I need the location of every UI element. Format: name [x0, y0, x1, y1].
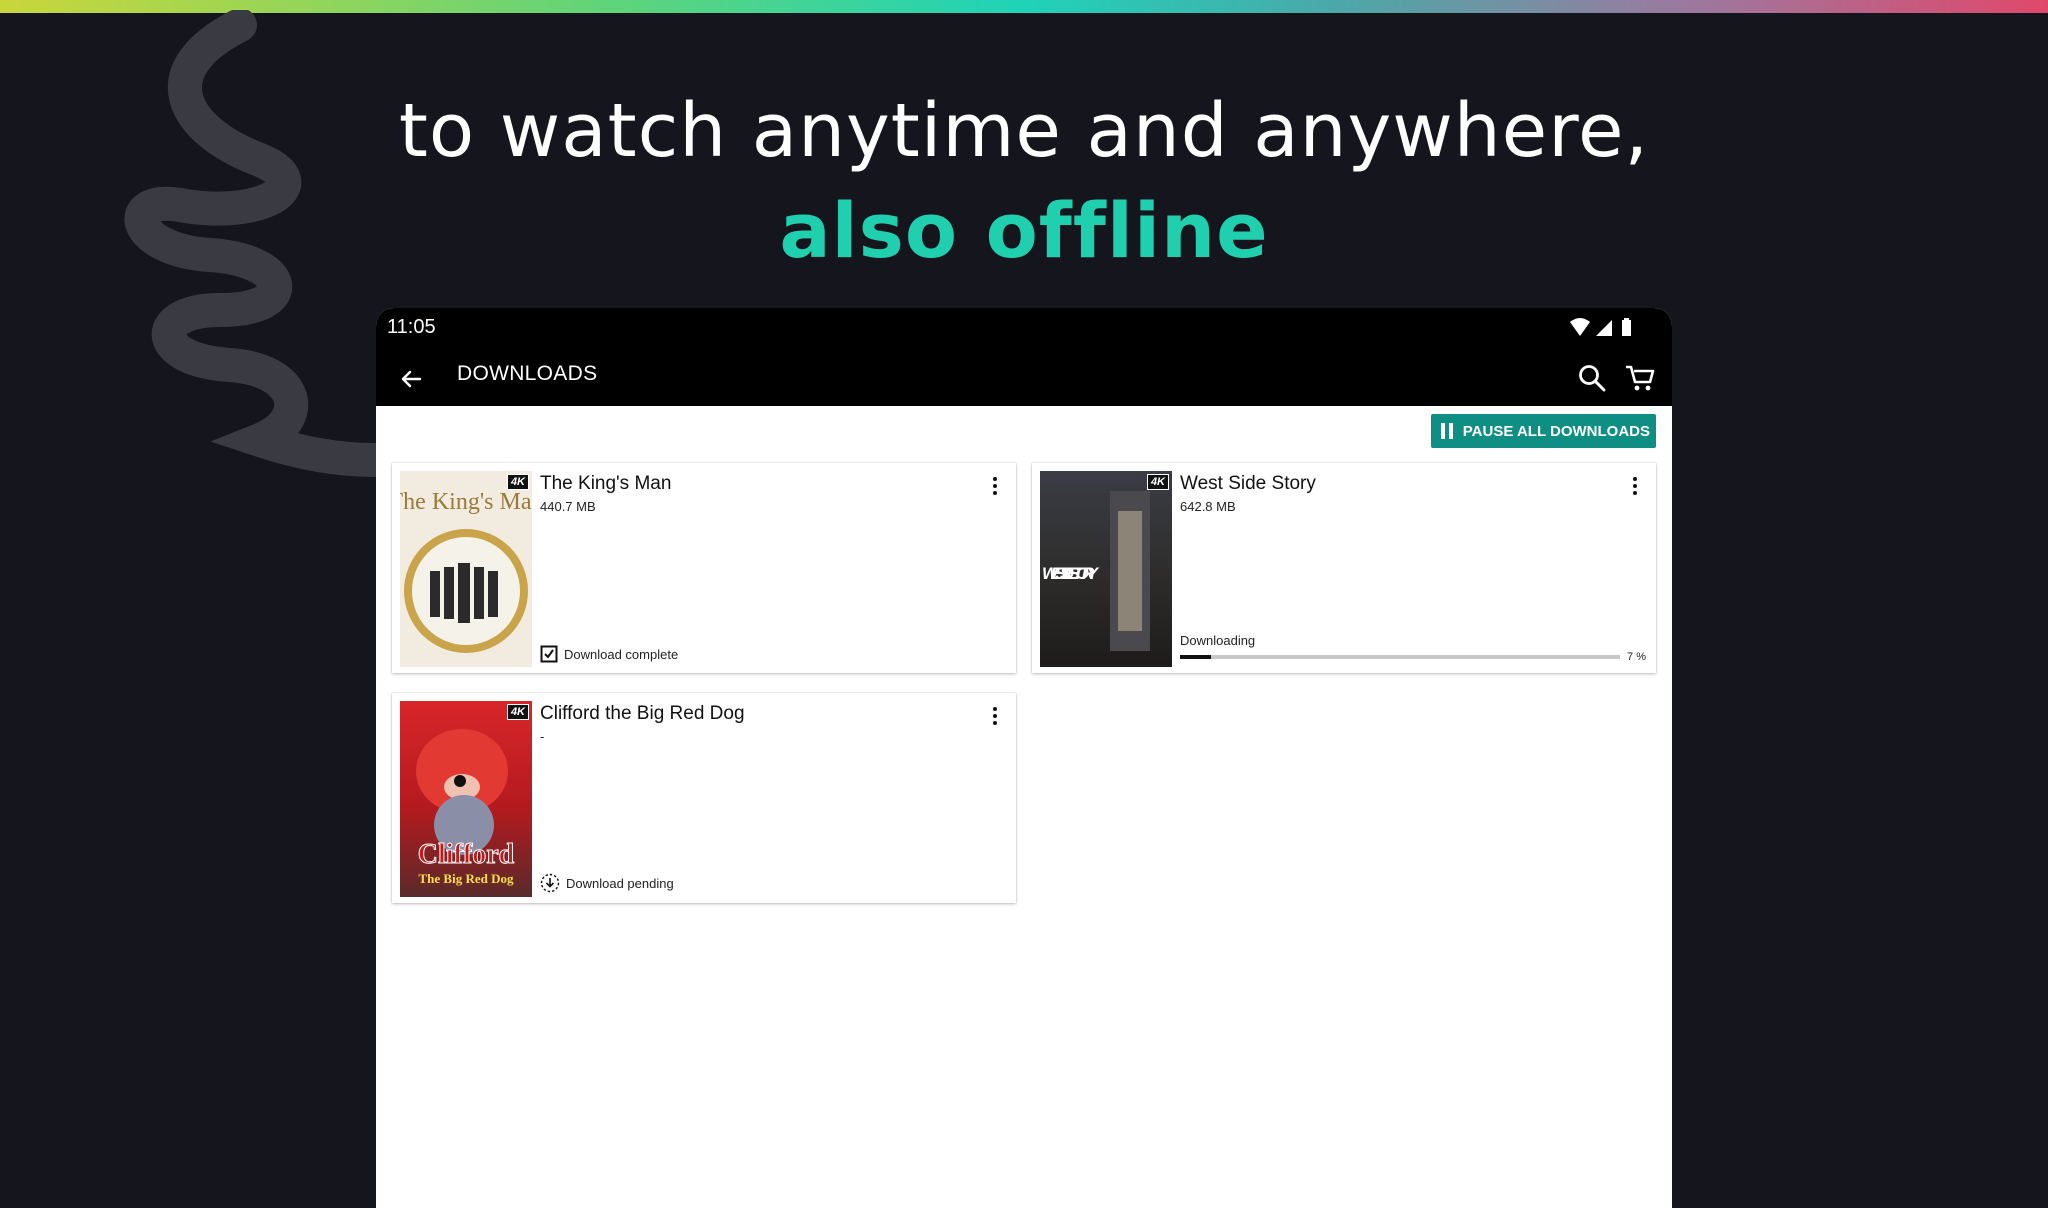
download-status-text: Downloading — [1180, 633, 1256, 648]
wifi-icon — [1570, 318, 1590, 336]
poster-subtitle-text: The Big Red Dog — [419, 871, 514, 886]
cart-icon[interactable] — [1624, 362, 1658, 394]
status-bar: 11:05 — [376, 308, 1672, 350]
download-progress-percent: 7 % — [1627, 651, 1646, 663]
download-size: 642.8 MB — [1180, 499, 1236, 514]
badge-4k: 4K — [506, 474, 529, 490]
download-card-kings-man[interactable]: The King's Man 4K The King's Man 440.7 M… — [392, 463, 1016, 673]
download-card-clifford[interactable]: Clifford The Big Red Dog 4K Clifford the… — [392, 693, 1016, 903]
poster-kings-man: The King's Man 4K — [400, 471, 532, 667]
badge-4k: 4K — [1146, 474, 1169, 490]
download-card-west-side-story[interactable]: WEST SIDE STORY 4K West Side Story 642.8… — [1032, 463, 1656, 673]
headline-line-2: also offline — [779, 186, 1269, 275]
cell-signal-icon — [1596, 320, 1612, 336]
more-options-icon[interactable] — [1632, 477, 1638, 497]
more-options-icon[interactable] — [992, 707, 998, 727]
poster-title-text: WEST SIDE STORY — [1042, 564, 1100, 583]
poster-clifford: Clifford The Big Red Dog 4K — [400, 701, 532, 897]
battery-icon — [1622, 318, 1631, 336]
headline-line-1: to watch anytime and anywhere, — [398, 88, 1650, 174]
download-size: - — [540, 729, 545, 744]
download-progress-fill — [1180, 655, 1211, 659]
poster-title-text: The King's Man — [400, 489, 532, 515]
download-title: West Side Story — [1180, 473, 1316, 494]
poster-title-text: Clifford — [418, 839, 515, 870]
download-status-text: Download complete — [564, 646, 679, 662]
download-complete-icon — [540, 645, 558, 663]
pause-icon — [1440, 423, 1455, 439]
more-options-icon[interactable] — [992, 477, 998, 497]
downloads-content: PAUSE ALL DOWNLOADS The King's Man — [376, 406, 1672, 1208]
download-pending-icon — [540, 873, 560, 893]
pause-all-downloads-button[interactable]: PAUSE ALL DOWNLOADS — [1430, 414, 1656, 448]
download-title: The King's Man — [540, 473, 672, 494]
download-status: Download pending — [540, 873, 674, 893]
download-size: 440.7 MB — [540, 499, 596, 514]
app-bar: DOWNLOADS — [376, 350, 1672, 406]
search-icon[interactable] — [1576, 362, 1608, 394]
download-status-text: Download pending — [566, 875, 674, 891]
tablet-screen: 11:05 DOWNLOADS PAUSE ALL DOWNLOADS he K… — [376, 308, 1672, 1208]
status-time: 11:05 — [387, 316, 436, 338]
badge-4k: 4K — [506, 704, 529, 720]
download-title: Clifford the Big Red Dog — [540, 703, 745, 724]
download-progress-bar — [1180, 655, 1620, 659]
back-arrow-icon[interactable] — [396, 364, 426, 394]
download-status: Download complete — [540, 645, 678, 663]
poster-west-side-story: WEST SIDE STORY 4K — [1040, 471, 1172, 667]
app-title: DOWNLOADS — [457, 362, 598, 385]
pause-all-label: PAUSE ALL DOWNLOADS — [1462, 422, 1650, 440]
